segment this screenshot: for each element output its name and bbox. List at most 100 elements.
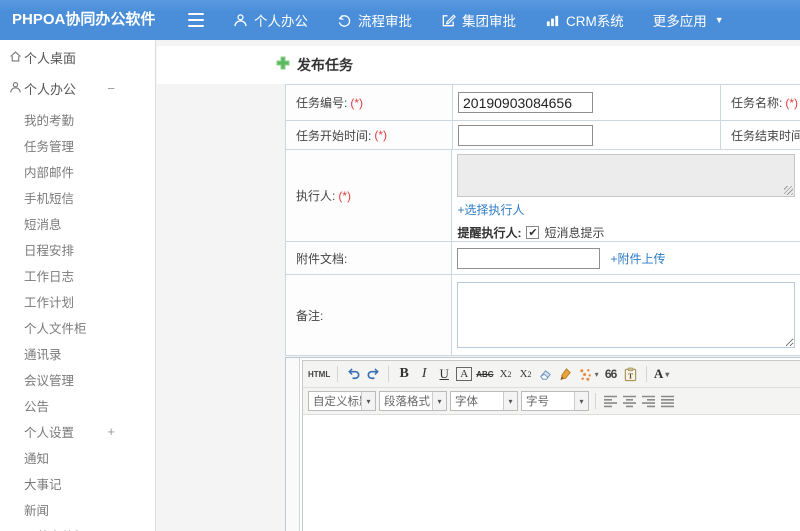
form-row-start-time: 任务开始时间: (*) 任务结束时间: (*): [286, 121, 800, 150]
content-title-bar: 发布任务: [157, 46, 800, 84]
nav-more-apps[interactable]: 更多应用 ▼: [653, 10, 724, 30]
nav-group-approval[interactable]: 集团审批: [441, 10, 516, 30]
form-row-task-number: 任务编号: (*) 任务名称: (*): [286, 85, 800, 121]
strikethrough-button[interactable]: ABC: [476, 364, 493, 384]
task-number-label: 任务编号:: [296, 96, 348, 110]
attachment-upload-link[interactable]: +附件上传: [610, 250, 665, 267]
sidebar-item-personal-settings[interactable]: 个人设置 +: [0, 418, 155, 444]
sidebar-item-work-plan[interactable]: 工作计划: [0, 288, 155, 314]
caret-down-icon: ▾: [574, 392, 588, 410]
font-size-select[interactable]: 字号 ▾: [521, 391, 589, 411]
home-icon: [9, 50, 22, 66]
caret-down-icon: ▼: [714, 15, 724, 25]
sidebar-item-schedule[interactable]: 日程安排: [0, 236, 155, 262]
html-source-button[interactable]: HTML: [308, 364, 330, 384]
sidebar-item-contacts[interactable]: 通讯录: [0, 340, 155, 366]
sidebar-item-short-message[interactable]: 短消息: [0, 210, 155, 236]
form-row-remark: 备注:: [286, 275, 800, 355]
form-row-attachment: 附件文档: +附件上传: [286, 242, 800, 275]
sidebar-item-work-diary[interactable]: 工作日志: [0, 262, 155, 288]
sidebar-item-mobile-sms[interactable]: 手机短信: [0, 184, 155, 210]
executor-selected-box: [457, 154, 796, 197]
blockquote-button[interactable]: 66: [603, 364, 619, 384]
caret-down-icon: ▾: [665, 369, 670, 379]
add-plus-icon: [276, 56, 290, 75]
sidebar-item-public-files[interactable]: 公共文件柜: [0, 522, 155, 531]
paragraph-format-select[interactable]: 段落格式 ▾: [379, 391, 447, 411]
remind-executor-label: 提醒执行人:: [457, 226, 522, 240]
sms-remind-checkbox[interactable]: ✔: [526, 226, 540, 239]
editor-toolbar-row1: HTML B I U A ABC X 2 X 2 ▾ 66 T A ▾: [303, 361, 800, 388]
align-left-icon[interactable]: [602, 391, 618, 411]
superscript-button[interactable]: X2: [498, 364, 514, 384]
remark-label: 备注:: [296, 308, 324, 323]
subscript-button[interactable]: X2: [518, 364, 534, 384]
task-name-label: 任务名称:: [731, 96, 783, 110]
attachment-label: 附件文档:: [296, 251, 348, 266]
align-right-icon[interactable]: [640, 391, 656, 411]
format-brush-icon[interactable]: [558, 364, 574, 384]
resize-grip-icon[interactable]: [784, 186, 794, 195]
eraser-icon[interactable]: [538, 364, 554, 384]
start-time-input[interactable]: [458, 124, 593, 146]
align-justify-icon[interactable]: [659, 391, 675, 411]
sidebar-item-personal-office[interactable]: 个人办公 −: [0, 73, 155, 104]
underline-button[interactable]: U: [436, 364, 452, 384]
sidebar-item-major-events[interactable]: 大事记: [0, 470, 155, 496]
required-mark: (*): [374, 128, 388, 142]
sidebar-item-meeting-management[interactable]: 会议管理: [0, 366, 155, 392]
sidebar-item-label: 个人办公: [24, 82, 77, 97]
user-icon: [233, 13, 248, 28]
nav-label: 更多应用: [652, 14, 707, 29]
sidebar-item-announcement[interactable]: 公告: [0, 392, 155, 418]
collapse-minus-icon[interactable]: −: [107, 81, 115, 96]
custom-heading-select[interactable]: 自定义标题 ▾: [308, 391, 376, 411]
required-mark: (*): [350, 95, 364, 110]
align-center-icon[interactable]: [621, 391, 637, 411]
sidebar-item-internal-mail[interactable]: 内部邮件: [0, 158, 155, 184]
executor-label: 执行人:: [296, 189, 336, 203]
font-color-button[interactable]: A ▾: [654, 364, 670, 384]
required-mark: (*): [338, 188, 352, 203]
app-window: PHPOA协同办公软件 个人办公 流程审批 集团审批 CRM系统 更多应用 ▼ …: [0, 0, 800, 531]
svg-text:T: T: [628, 371, 633, 380]
nav-personal-office[interactable]: 个人办公: [233, 10, 308, 30]
remark-textarea[interactable]: [457, 282, 796, 348]
sidebar-item-news[interactable]: 新闻: [0, 496, 155, 522]
sidebar-item-my-attendance[interactable]: 我的考勤: [0, 106, 155, 132]
paste-from-word-icon[interactable]: T: [623, 364, 639, 384]
editor-toolbar-row2: 自定义标题 ▾ 段落格式 ▾ 字体 ▾ 字号 ▾: [303, 388, 800, 415]
bar-chart-icon: [545, 13, 560, 28]
page-title: 发布任务: [297, 57, 353, 73]
nav-label: CRM系统: [566, 14, 624, 29]
sidebar-item-personal-desktop[interactable]: 个人桌面: [0, 42, 155, 73]
editor-content-area[interactable]: [303, 415, 800, 531]
magic-wand-icon[interactable]: ▾: [578, 364, 599, 384]
font-style-button[interactable]: A: [456, 367, 473, 381]
expand-plus-icon[interactable]: +: [107, 424, 115, 439]
task-number-input[interactable]: [458, 92, 593, 113]
attachment-input[interactable]: [457, 247, 601, 269]
nav-process-approval[interactable]: 流程审批: [337, 10, 412, 30]
caret-down-icon: ▾: [361, 392, 375, 410]
bold-button[interactable]: B: [396, 364, 412, 384]
nav-label: 个人办公: [254, 14, 308, 29]
sidebar-item-personal-files[interactable]: 个人文件柜: [0, 314, 155, 340]
font-family-select[interactable]: 字体 ▾: [450, 391, 518, 411]
nav-crm-system[interactable]: CRM系统: [545, 10, 624, 30]
checkbox-check-icon: ✔: [528, 226, 538, 239]
sidebar-item-notice[interactable]: 通知: [0, 444, 155, 470]
italic-button[interactable]: I: [416, 364, 432, 384]
redo-icon[interactable]: [365, 364, 381, 384]
task-form-table: 任务编号: (*) 任务名称: (*) 任务开始时间: (*) 任务结束时间: …: [285, 84, 800, 356]
top-header: PHPOA协同办公软件 个人办公 流程审批 集团审批 CRM系统 更多应用 ▼: [0, 0, 800, 40]
end-time-label: 任务结束时间:: [731, 128, 800, 143]
app-logo: PHPOA协同办公软件: [12, 11, 156, 28]
undo-icon[interactable]: [345, 364, 361, 384]
sidebar-item-task-management[interactable]: 任务管理: [0, 132, 155, 158]
choose-executor-link[interactable]: +选择执行人: [457, 203, 524, 217]
nav-label: 流程审批: [358, 14, 412, 29]
caret-down-icon: ▾: [594, 369, 599, 379]
hamburger-menu-icon[interactable]: [188, 13, 206, 27]
caret-down-icon: ▾: [503, 392, 517, 410]
